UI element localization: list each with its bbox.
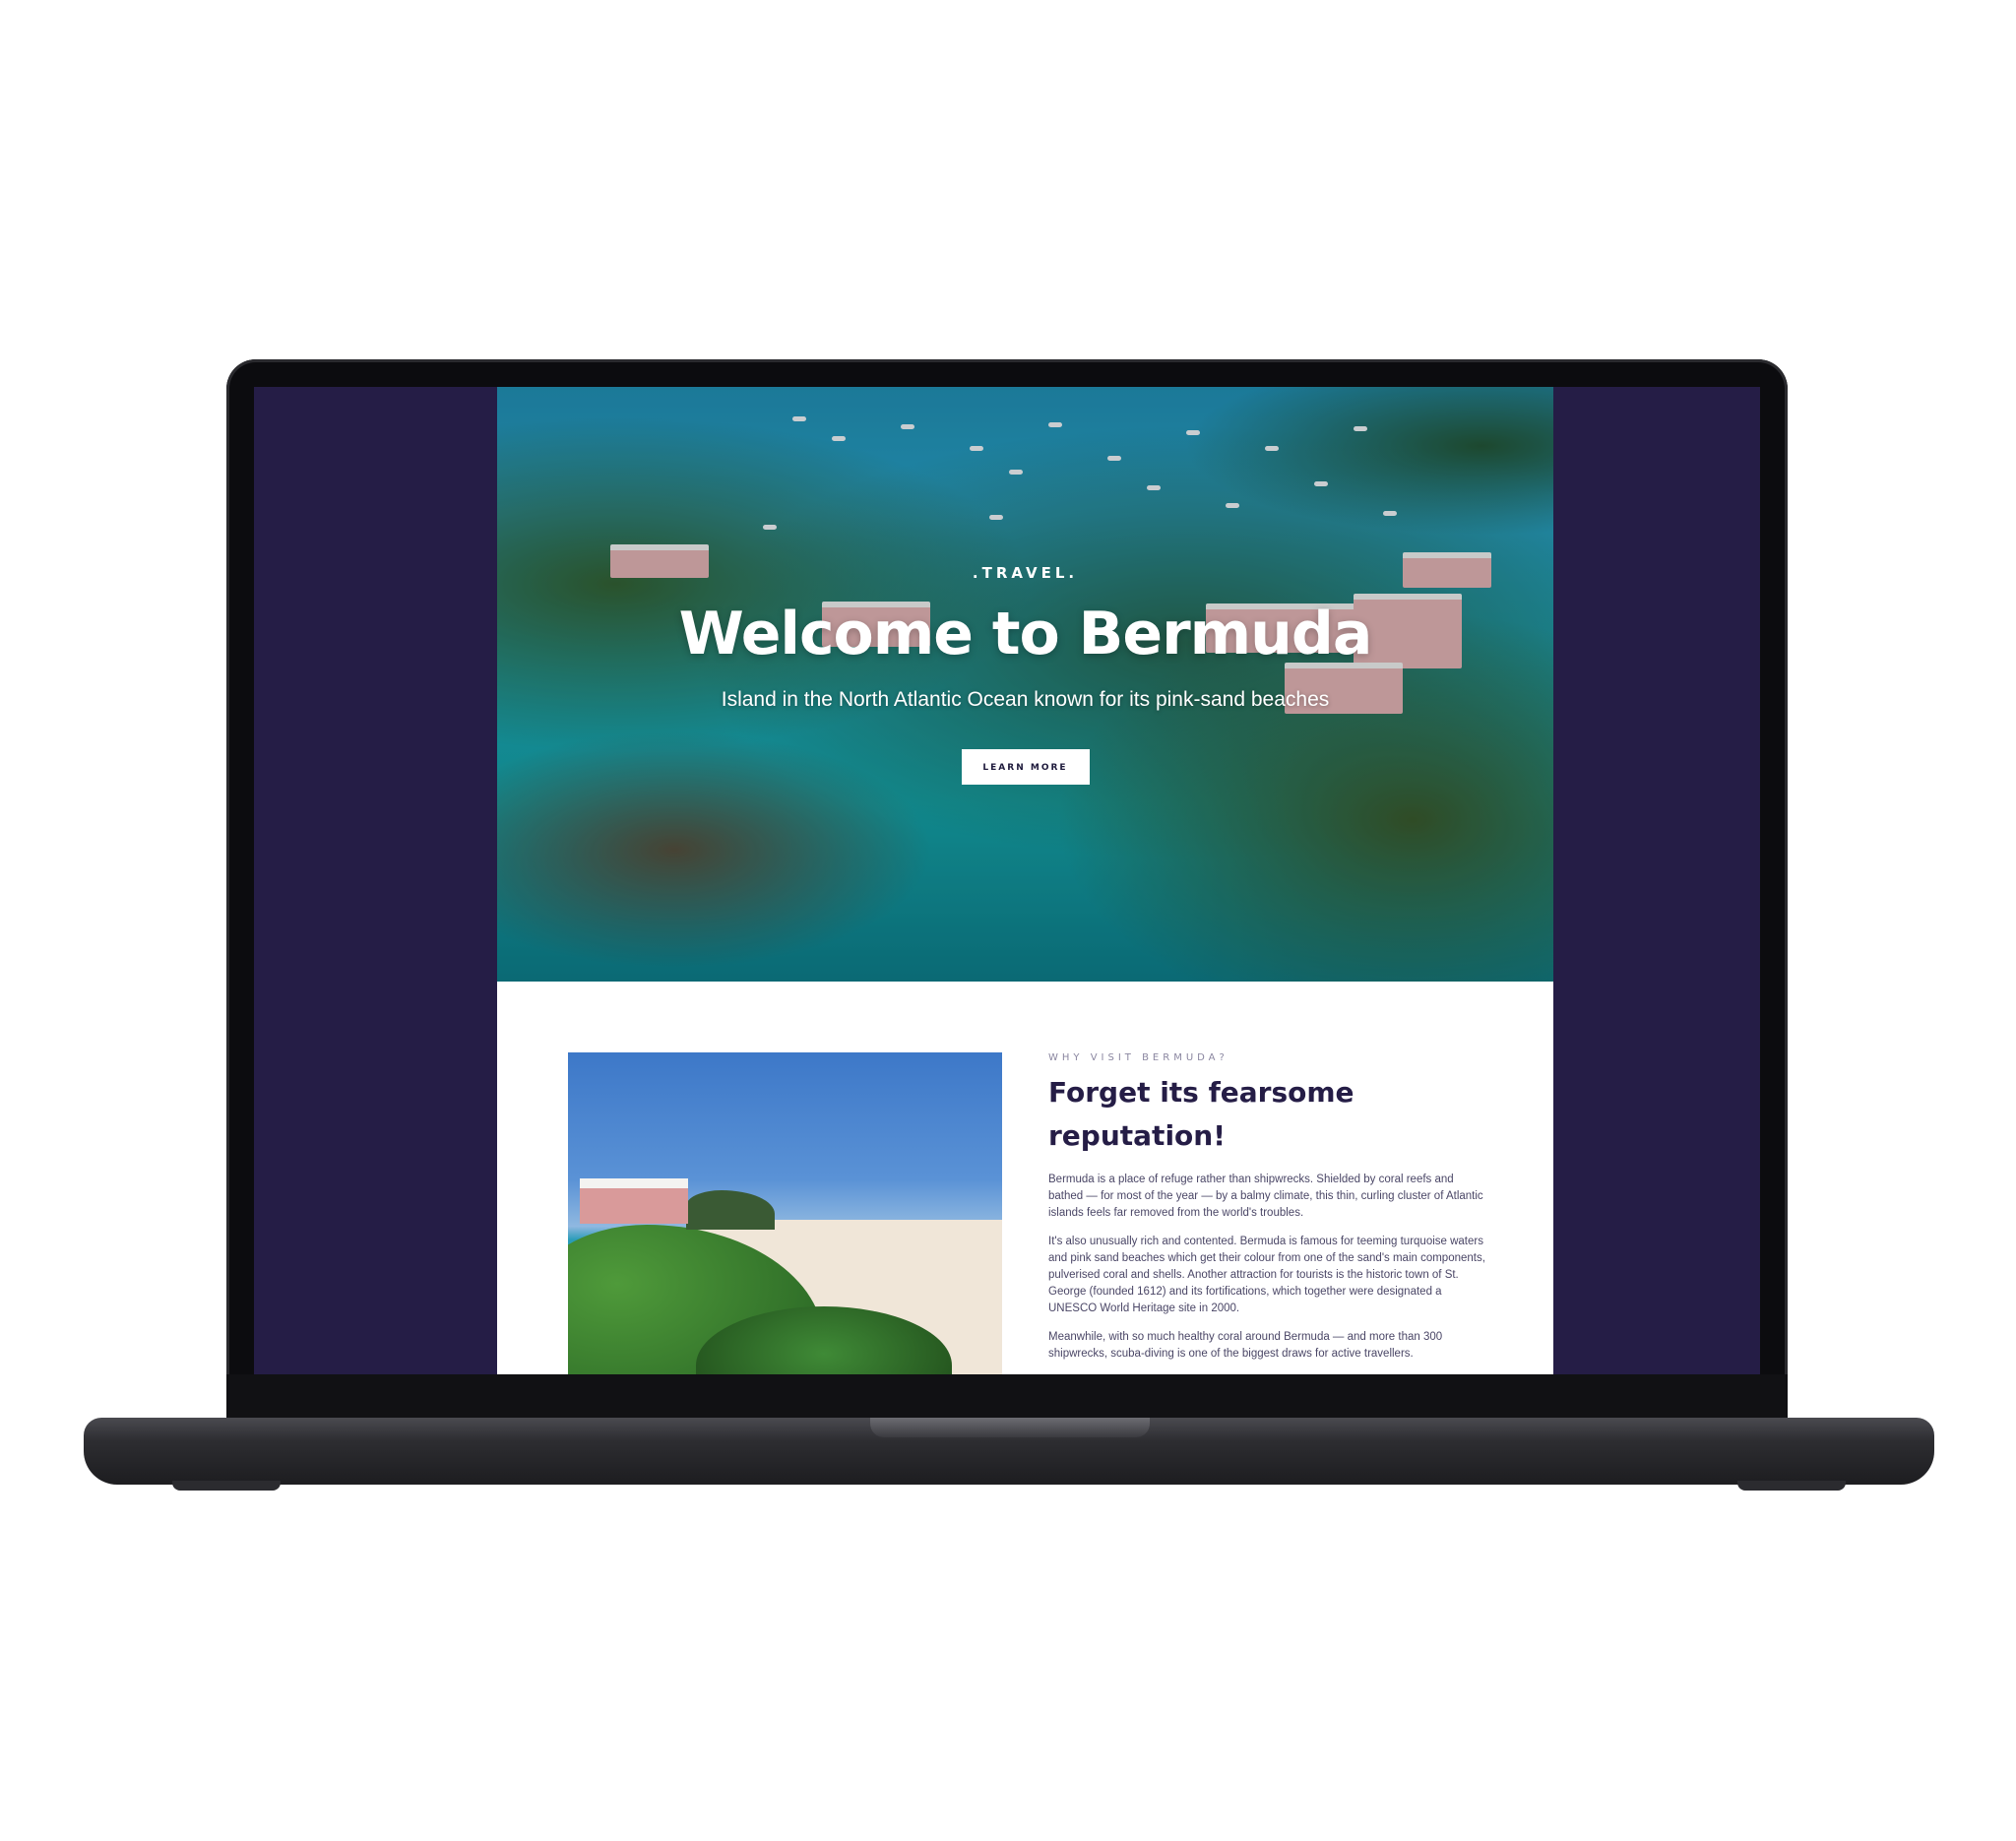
about-paragraph: Bermuda is a place of refuge rather than… (1048, 1174, 1483, 1219)
about-kicker: WHY VISIT BERMUDA? (1048, 1052, 1228, 1063)
beach-photo (568, 1052, 1002, 1374)
hero-section: .TRAVEL. Welcome to Bermuda Island in th… (497, 387, 1553, 982)
laptop-opening-notch (870, 1418, 1150, 1437)
about-paragraph: It's also unusually rich and contented. … (1048, 1236, 1485, 1314)
about-paragraph: Meanwhile, with so much healthy coral ar… (1048, 1331, 1443, 1360)
hero-title: Welcome to Bermuda (678, 600, 1373, 668)
photo-house (580, 1178, 688, 1224)
about-heading-line2: reputation! (1048, 1119, 1226, 1152)
mockup-stage: .TRAVEL. Welcome to Bermuda Island in th… (0, 0, 2016, 1841)
laptop-chin (226, 1374, 1788, 1418)
about-heading: Forget its fearsome reputation! (1048, 1071, 1491, 1158)
learn-more-button[interactable]: LEARN MORE (961, 749, 1090, 785)
hero-kicker: .TRAVEL. (972, 564, 1079, 582)
web-page: .TRAVEL. Welcome to Bermuda Island in th… (497, 387, 1553, 1374)
hero-content: .TRAVEL. Welcome to Bermuda Island in th… (497, 564, 1553, 785)
laptop-foot-left (172, 1481, 281, 1491)
about-heading-line1: Forget its fearsome (1048, 1076, 1354, 1109)
laptop-foot-right (1737, 1481, 1846, 1491)
about-section: WHY VISIT BERMUDA? Forget its fearsome r… (497, 982, 1553, 1374)
hero-subtitle: Island in the North Atlantic Ocean known… (721, 688, 1330, 711)
about-text: WHY VISIT BERMUDA? Forget its fearsome r… (1048, 1052, 1491, 1363)
laptop-screen: .TRAVEL. Welcome to Bermuda Island in th… (254, 387, 1760, 1374)
photo-cliff (686, 1190, 775, 1230)
